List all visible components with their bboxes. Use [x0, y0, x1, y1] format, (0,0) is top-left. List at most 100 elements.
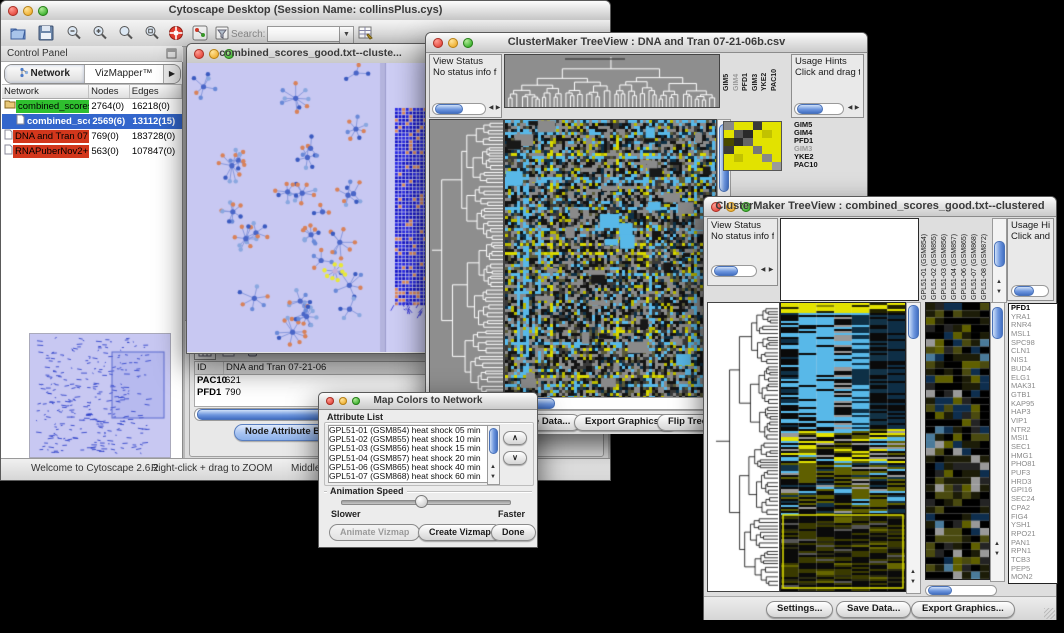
- col-nodes[interactable]: Nodes: [89, 85, 130, 98]
- done-button[interactable]: Done: [491, 524, 536, 541]
- zoom-cell[interactable]: [772, 122, 782, 130]
- column-label[interactable]: GPL51-01 (GSM854): [921, 220, 931, 300]
- network-table-header[interactable]: Network Nodes Edges: [2, 84, 182, 99]
- network-overview-canvas[interactable]: [29, 333, 171, 458]
- zoom-cell[interactable]: [762, 162, 772, 170]
- global-heatmap-canvas[interactable]: [504, 119, 717, 398]
- column-label[interactable]: GPL51-04 (GSM857): [951, 220, 961, 300]
- zoom-cell[interactable]: [734, 130, 744, 138]
- zoom-cell[interactable]: [772, 146, 782, 154]
- zoom-cell[interactable]: [762, 122, 772, 130]
- network-row[interactable]: combined_scores2764(0)16218(0): [2, 99, 182, 114]
- column-label[interactable]: PFD1: [742, 57, 752, 91]
- column-label[interactable]: GPL51-03 (GSM856): [941, 220, 951, 300]
- network-row[interactable]: combined_sco2569(6)13112(15): [2, 114, 182, 129]
- view-status-scrollbar[interactable]: [432, 103, 486, 115]
- zoom-cell[interactable]: [762, 130, 772, 138]
- vizmap-shortcut-icon[interactable]: [191, 24, 209, 42]
- zoom-cell[interactable]: [724, 122, 734, 130]
- column-label[interactable]: GIM4: [733, 57, 743, 91]
- gene-label[interactable]: MON2: [1011, 573, 1057, 582]
- network-view-titlebar[interactable]: combined_scores_good.txt--cluste...: [187, 44, 434, 64]
- usage-hints-scrollbar[interactable]: [794, 103, 844, 115]
- zoom-cell[interactable]: [734, 146, 744, 154]
- zoom-cell[interactable]: [772, 154, 782, 162]
- open-session-icon[interactable]: [9, 24, 27, 42]
- move-up-button[interactable]: ∧: [503, 431, 527, 445]
- col-network[interactable]: Network: [2, 85, 89, 98]
- zoom-heatmap-canvas[interactable]: [925, 302, 990, 580]
- move-down-button[interactable]: ∨: [503, 451, 527, 465]
- zoom-cell[interactable]: [743, 122, 753, 130]
- zoom-cell[interactable]: [753, 146, 763, 154]
- save-session-icon[interactable]: [37, 24, 55, 42]
- zoom-cell[interactable]: [753, 154, 763, 162]
- view-status-scrollbar[interactable]: [711, 265, 757, 277]
- zoom-in-icon[interactable]: [91, 24, 109, 42]
- column-label[interactable]: GPL51-08 (GSM872): [981, 220, 991, 300]
- zoom-cell[interactable]: [724, 130, 734, 138]
- zoom-cell[interactable]: [762, 154, 772, 162]
- zoom-cell[interactable]: [743, 130, 753, 138]
- zoom-cell[interactable]: [772, 130, 782, 138]
- zoom-cell[interactable]: [724, 138, 734, 146]
- usage-hints-scrollbar[interactable]: [1011, 285, 1049, 297]
- column-label[interactable]: GPL51-07 (GSM868): [971, 220, 981, 300]
- zoom-cell[interactable]: [772, 162, 782, 170]
- attribute-item[interactable]: GPL51-07 (GSM868) heat shock 60 min: [329, 472, 487, 481]
- search-dropdown-arrow[interactable]: ▼: [339, 26, 354, 44]
- zoom-cell[interactable]: [772, 138, 782, 146]
- column-labels-scrollbar[interactable]: ▲▼: [992, 218, 1007, 303]
- column-label[interactable]: GIM5: [723, 57, 733, 91]
- zoom-vscrollbar[interactable]: ▲▼: [990, 302, 1005, 582]
- save-data-button[interactable]: Save Data...: [836, 601, 911, 618]
- zoom-selected-icon[interactable]: [117, 24, 135, 42]
- tab-network[interactable]: Network: [5, 65, 84, 83]
- attribute-editor-icon[interactable]: [357, 24, 375, 42]
- zoom-cell[interactable]: [762, 138, 772, 146]
- export-graphics-button[interactable]: Export Graphics...: [911, 601, 1015, 618]
- tab-overflow-arrow[interactable]: ▶: [163, 65, 180, 83]
- resize-grip[interactable]: [1044, 608, 1055, 619]
- zoom-cell[interactable]: [753, 162, 763, 170]
- row-dendrogram-canvas[interactable]: [707, 302, 780, 592]
- column-label[interactable]: GPL51-06 (GSM865): [961, 220, 971, 300]
- col-edges[interactable]: Edges: [130, 85, 182, 98]
- treeview-combined-titlebar[interactable]: ClusterMaker TreeView : combined_scores_…: [704, 197, 1056, 217]
- zoom-cell[interactable]: [743, 154, 753, 162]
- main-titlebar[interactable]: Cytoscape Desktop (Session Name: collins…: [1, 1, 610, 21]
- attribute-list-scrollbar[interactable]: ▲▼: [487, 425, 500, 485]
- zoom-cell[interactable]: [724, 146, 734, 154]
- zoom-hscrollbar[interactable]: [925, 585, 997, 596]
- zoom-cell[interactable]: [753, 122, 763, 130]
- zoom-cell[interactable]: [753, 138, 763, 146]
- zoom-cell[interactable]: [762, 146, 772, 154]
- tab-vizmapper[interactable]: VizMapper™: [84, 65, 164, 83]
- zoom-cell[interactable]: [734, 162, 744, 170]
- create-vizmap-button[interactable]: Create Vizmap: [418, 524, 502, 541]
- zoom-cell[interactable]: [734, 122, 744, 130]
- col-id[interactable]: ID: [195, 362, 224, 374]
- zoom-cell[interactable]: [743, 162, 753, 170]
- row-label[interactable]: PAC10: [794, 161, 854, 169]
- network-row[interactable]: DNA and Tran 07769(0)183728(0): [2, 129, 182, 144]
- row-dendrogram-canvas[interactable]: [429, 119, 504, 398]
- animate-vizmap-button[interactable]: Animate Vizmap: [329, 524, 420, 541]
- column-label[interactable]: YKE2: [761, 57, 771, 91]
- column-label[interactable]: GIM3: [752, 57, 762, 91]
- heatmap-vscrollbar[interactable]: ▲▼: [906, 302, 921, 594]
- column-dendrogram-area[interactable]: [780, 218, 919, 301]
- zoom-cell[interactable]: [734, 154, 744, 162]
- network-canvas[interactable]: [187, 63, 432, 352]
- help-icon[interactable]: [167, 24, 185, 42]
- slider-thumb[interactable]: [415, 495, 428, 508]
- annotation-icon[interactable]: [213, 24, 231, 42]
- zoom-heatmap[interactable]: [723, 121, 782, 171]
- treeview-dna-titlebar[interactable]: ClusterMaker TreeView : DNA and Tran 07-…: [426, 33, 867, 53]
- float-panel-icon[interactable]: [166, 48, 177, 62]
- network-row[interactable]: RNAPuberNov2+563(0)107847(0): [2, 144, 182, 159]
- column-dendrogram-canvas[interactable]: [504, 54, 720, 108]
- search-input[interactable]: [267, 26, 343, 42]
- column-label[interactable]: PAC10: [771, 57, 781, 91]
- zoom-fit-icon[interactable]: [143, 24, 161, 42]
